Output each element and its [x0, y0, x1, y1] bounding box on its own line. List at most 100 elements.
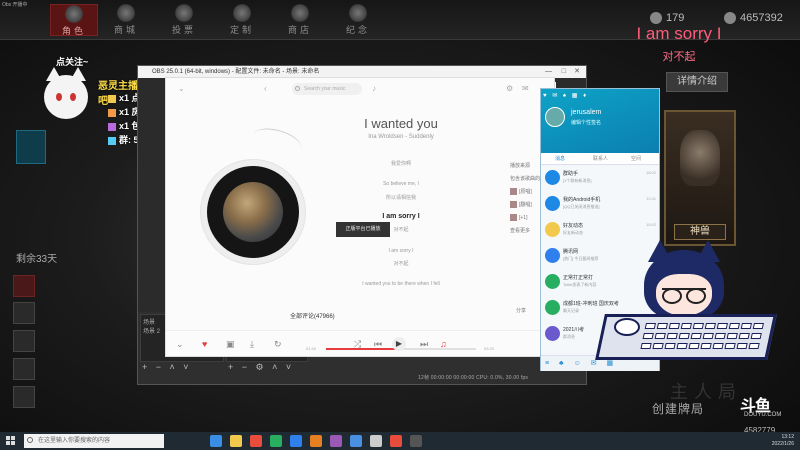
character-icon — [64, 5, 84, 23]
taskbar-app-icon[interactable] — [250, 435, 262, 447]
conversation-avatar-icon — [545, 326, 560, 341]
collapse-icon[interactable]: ⌄ — [176, 339, 184, 350]
lyric-line: 我爱你啊 — [390, 161, 411, 167]
keyboard-key — [738, 333, 750, 339]
obs-status-bar: 12帧 00:00:00 00:00:00 CPU: 0.0%, 30.00 f… — [418, 375, 529, 381]
group-icon — [108, 136, 116, 145]
mic-icon[interactable]: ♪ — [372, 84, 376, 93]
create-deck-button[interactable]: 创建牌局 — [652, 400, 704, 417]
song-artist[interactable]: Ina Wroldsen - Suddenly — [326, 134, 476, 140]
conversation-avatar-icon — [545, 300, 560, 315]
scene-tools[interactable]: + − ˄ ˅ — [142, 362, 192, 372]
turntable-needle — [249, 123, 305, 161]
tab-contacts[interactable]: 联系人 — [593, 155, 608, 162]
album-cover — [223, 182, 283, 242]
taskbar-app-icon[interactable] — [390, 435, 402, 447]
user-signature[interactable]: 编辑个性签名 — [571, 119, 601, 126]
collect-icon[interactable]: ▣ — [226, 339, 235, 350]
search-input[interactable]: Search your music — [292, 83, 362, 95]
share-icon[interactable]: ↻ — [274, 339, 282, 350]
settings-icon[interactable]: ⚙ — [506, 84, 513, 93]
game-tab-5[interactable]: 纪念 — [334, 4, 382, 36]
share-button[interactable]: 分享 — [516, 307, 526, 314]
keyboard-key — [666, 333, 678, 339]
taskbar-app-icon[interactable] — [330, 435, 342, 447]
taskbar-app-icon[interactable] — [410, 435, 422, 447]
user-avatar[interactable] — [545, 107, 565, 127]
next-icon[interactable]: ⏭ — [420, 339, 428, 350]
maximize-icon[interactable]: □ — [562, 66, 566, 78]
download-icon[interactable]: ⤓ — [250, 339, 254, 350]
previous-icon[interactable]: ⏮ — [374, 339, 382, 350]
taskbar-app-icon[interactable] — [310, 435, 322, 447]
toast-message: 正版平台已播放 — [336, 222, 390, 237]
game-tab-0[interactable]: 角色 — [50, 4, 98, 36]
taskbar-search-input[interactable]: 在这里输入你要搜索的内容 — [24, 434, 164, 448]
conversation-preview: [热门] 今日要闻推荐 — [563, 256, 599, 261]
keyboard-key — [704, 323, 716, 329]
store-icon — [290, 4, 310, 22]
keyboard-key — [712, 343, 724, 349]
windows-start-icon[interactable] — [6, 436, 15, 445]
player-top-bar: ⌄ ‹ Search your music ♪ ⚙ ✉ — [166, 78, 554, 100]
keyboard-key — [716, 323, 728, 329]
menu-icon-5[interactable] — [13, 386, 35, 408]
cat-eye-right — [70, 93, 76, 101]
taskbar-app-icon[interactable] — [370, 435, 382, 447]
conversation-item[interactable]: 好友动态 好友新动态 10:02 — [541, 219, 659, 241]
menu-icon-4[interactable] — [13, 358, 35, 380]
volume-icon[interactable]: ♫ — [440, 339, 447, 349]
taskbar-clock[interactable]: 13:12 2022/1/26 — [734, 434, 794, 448]
taskbar-app-icon[interactable] — [350, 435, 362, 447]
taskbar-app-icon[interactable] — [270, 435, 282, 447]
shop-icon — [116, 4, 136, 22]
keyboard-key — [736, 343, 748, 349]
menu-icon-1[interactable] — [13, 275, 35, 297]
source-tools[interactable]: + − ⚙ ˄ ˅ — [228, 362, 294, 373]
lyric-line: 对不起 — [393, 227, 409, 233]
qq-header-icons[interactable]: ♥ ✉ ♠ ▦ ♦ — [543, 92, 588, 99]
conversation-name: 腾讯网 — [563, 249, 579, 255]
shuffle-icon[interactable]: ⤮ — [354, 339, 361, 350]
game-tab-1[interactable]: 商城 — [102, 4, 150, 36]
collapse-icon[interactable]: ⌄ — [178, 84, 185, 93]
lyric-overlay-en: I am sorry I — [636, 24, 722, 43]
conversation-preview: [1个群有新消息] — [563, 178, 592, 183]
music-player[interactable]: ⌄ ‹ Search your music ♪ ⚙ ✉ I wanted you… — [165, 77, 555, 357]
keyboard-key — [728, 323, 740, 329]
comments-header[interactable]: 全部评论(47966) — [290, 311, 335, 320]
tab-space[interactable]: 空间 — [631, 155, 641, 162]
keyboard-key — [726, 333, 738, 339]
game-tab-4[interactable]: 商店 — [276, 4, 324, 36]
conversation-item[interactable]: 群助手 [1个群有新消息] 18:02 — [541, 167, 659, 189]
keyboard-key — [692, 323, 704, 329]
keyboard-key — [654, 333, 666, 339]
cat-mascot-icon — [44, 67, 88, 119]
taskbar-app-icon[interactable] — [210, 435, 222, 447]
total-time: 03:20 — [484, 346, 495, 351]
conversation-avatar-icon — [545, 170, 560, 185]
conversation-item[interactable]: 我的Android手机 [QQ已关闭消息推送] 10:11 — [541, 193, 659, 215]
taskbar-app-icon[interactable] — [230, 435, 242, 447]
conversation-time: 10:02 — [645, 222, 656, 227]
like-heart-icon[interactable]: ♥ — [202, 339, 207, 349]
keyboard-key — [676, 343, 688, 349]
tab-messages[interactable]: 消息 — [555, 155, 565, 162]
vote-icon — [174, 4, 194, 22]
menu-icon-3[interactable] — [13, 330, 35, 352]
close-icon[interactable]: ✕ — [574, 66, 580, 78]
play-button[interactable]: ▶ — [392, 337, 406, 351]
qq-header: ♥ ✉ ♠ ▦ ♦ jerusalem 编辑个性签名 — [541, 89, 659, 153]
conversation-preview: 群消息 — [563, 334, 575, 339]
taskbar-app-icon[interactable] — [290, 435, 302, 447]
conversation-preview: Toilet发表了新内容 — [563, 282, 597, 287]
game-tab-2[interactable]: 投票 — [160, 4, 208, 36]
game-tab-3[interactable]: 定制 — [218, 4, 266, 36]
back-icon[interactable]: ‹ — [264, 84, 267, 93]
menu-icon-2[interactable] — [13, 302, 35, 324]
stream-status-label: Obs 开播中 — [2, 2, 28, 8]
detail-button[interactable]: 详情介绍 — [666, 72, 728, 92]
cat-eye-left — [56, 93, 62, 101]
gem-icon — [724, 12, 736, 25]
mail-icon[interactable]: ✉ — [522, 84, 529, 93]
